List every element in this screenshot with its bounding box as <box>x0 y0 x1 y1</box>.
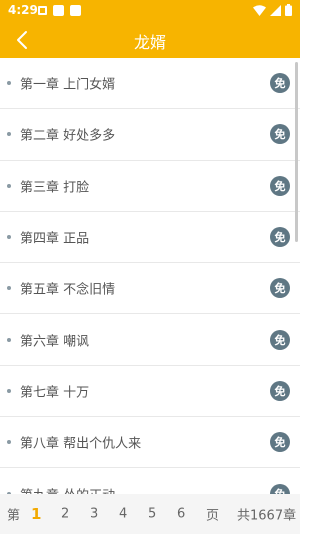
bullet-icon <box>7 337 11 342</box>
page-6-button[interactable]: 6 <box>177 507 185 522</box>
battery-icon <box>285 4 292 16</box>
chapter-item[interactable]: 第七章 十万 免 <box>0 366 300 418</box>
app-bar: 龙婿 <box>0 22 300 58</box>
chapter-item[interactable]: 第四章 正品 免 <box>0 212 300 264</box>
bullet-icon <box>7 81 11 86</box>
chapter-total: 共1667章 <box>237 508 297 524</box>
page-title: 龙婿 <box>133 33 166 52</box>
pager-prefix: 第 <box>7 508 21 524</box>
page-1-button[interactable]: 1 <box>31 505 41 523</box>
chapter-item[interactable]: 第二章 好处多多 免 <box>0 109 300 161</box>
pager-suffix: 页 <box>206 508 220 524</box>
bullet-icon <box>7 286 11 291</box>
chapter-title: 第四章 正品 <box>20 231 90 247</box>
free-badge-icon: 免 <box>270 73 290 94</box>
chapter-title: 第二章 好处多多 <box>20 128 116 144</box>
status-time: 4:29 <box>8 3 38 17</box>
chapter-title: 第一章 上门女婿 <box>20 77 116 93</box>
status-bar: 4:29 <box>0 0 300 22</box>
chapter-item[interactable]: 第三章 打脸 免 <box>0 161 300 212</box>
bullet-icon <box>7 388 11 393</box>
chapter-title: 第七章 十万 <box>20 385 90 401</box>
bullet-icon <box>7 235 11 240</box>
wifi-icon <box>253 4 266 16</box>
free-badge-icon: 免 <box>270 175 290 196</box>
free-badge-icon: 免 <box>270 432 290 453</box>
free-badge-icon: 免 <box>270 278 290 299</box>
app-notification-icon <box>70 5 81 16</box>
chapter-title: 第九章 怂的正动 <box>20 484 115 494</box>
chapter-title: 第六章 嘲讽 <box>20 334 90 350</box>
chapter-item[interactable]: 第一章 上门女婿 免 <box>0 58 300 110</box>
chapter-list[interactable]: 第一章 上门女婿 免 第二章 好处多多 免 第三章 打脸 免 第四章 正品 免 … <box>0 58 300 494</box>
signal-icon <box>270 4 281 16</box>
notification-icon <box>38 6 47 15</box>
bullet-icon <box>7 183 11 188</box>
chapter-item[interactable]: 第六章 嘲讽 免 <box>0 314 300 366</box>
page-3-button[interactable]: 3 <box>90 507 98 522</box>
chapter-item[interactable]: 第九章 怂的正动 免 <box>0 468 300 494</box>
page-4-button[interactable]: 4 <box>119 507 127 522</box>
free-badge-icon: 免 <box>270 124 290 145</box>
chapter-title: 第三章 打脸 <box>20 180 90 196</box>
chapter-title: 第五章 不念旧情 <box>20 282 116 298</box>
page-5-button[interactable]: 5 <box>148 507 156 522</box>
free-badge-icon: 免 <box>270 380 290 401</box>
free-badge-icon: 免 <box>270 483 290 494</box>
free-badge-icon: 免 <box>270 329 290 350</box>
system-icons <box>253 4 292 16</box>
pager: 第 1 2 3 4 5 6 页 共1667章 <box>0 494 300 534</box>
scrollbar[interactable] <box>295 62 298 242</box>
free-badge-icon: 免 <box>270 227 290 248</box>
bullet-icon <box>7 440 11 445</box>
app-notification-icon <box>53 5 64 16</box>
chapter-item[interactable]: 第五章 不念旧情 免 <box>0 263 300 315</box>
bullet-icon <box>7 132 11 137</box>
chapter-item[interactable]: 第八章 帮出个仇人来 免 <box>0 417 300 469</box>
chapter-title: 第八章 帮出个仇人来 <box>20 436 142 452</box>
page-2-button[interactable]: 2 <box>61 507 69 522</box>
notification-icons <box>38 5 81 16</box>
